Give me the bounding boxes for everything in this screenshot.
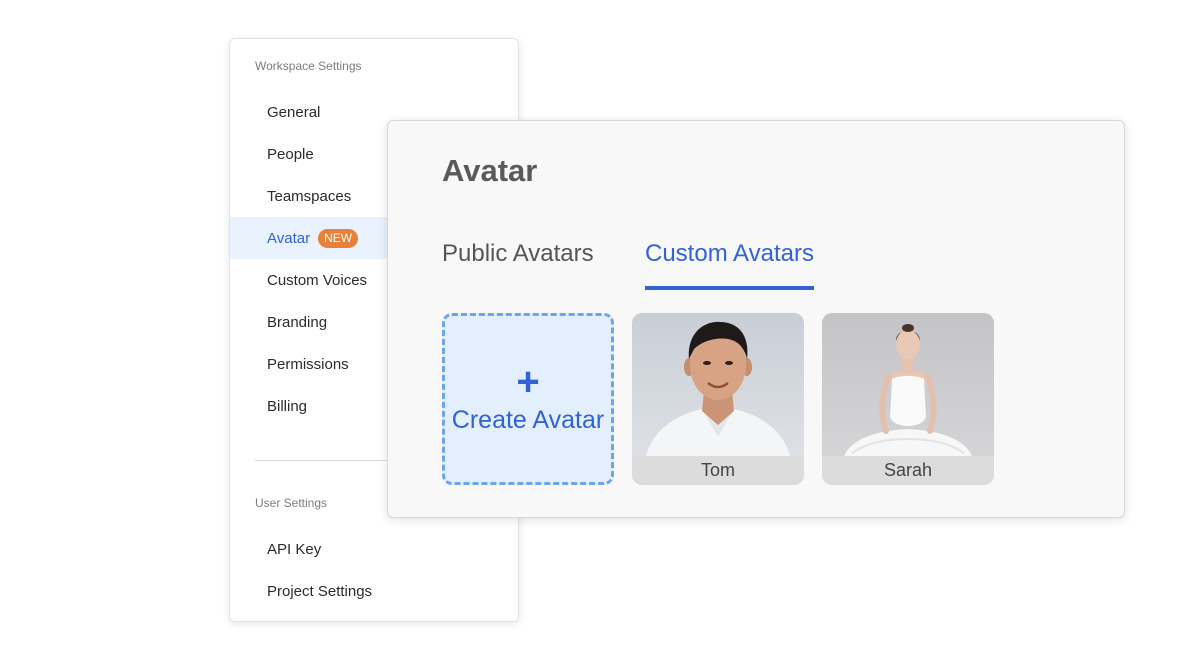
sidebar-item-label: General [267,103,321,121]
sidebar-item-label: API Key [267,540,322,558]
avatar-photo-sarah [822,313,994,456]
sidebar-item-api-key[interactable]: API Key [230,528,518,570]
avatar-card-sarah[interactable]: Sarah [822,313,994,485]
sidebar-item-label: Avatar [267,229,311,247]
avatar-panel: Avatar Public Avatars Custom Avatars + C… [387,120,1125,518]
user-settings-heading: User Settings [255,496,328,510]
avatar-photo-tom [632,313,804,456]
page-title: Avatar [442,153,538,188]
sidebar-item-label: Permissions [267,355,349,373]
plus-icon: + [516,359,540,404]
sidebar-item-project-settings[interactable]: Project Settings [230,570,518,612]
avatar-name-tom: Tom [632,456,804,485]
sidebar-item-label: Project Settings [267,582,373,600]
tab-public-avatars[interactable]: Public Avatars [442,240,594,290]
create-avatar-button[interactable]: + Create Avatar [442,313,614,485]
sidebar-item-label: Billing [267,397,308,415]
tab-custom-avatars[interactable]: Custom Avatars [645,240,814,290]
workspace-settings-heading: Workspace Settings [255,59,362,73]
sidebar-item-label: Teamspaces [267,187,352,205]
avatar-card-tom[interactable]: Tom [632,313,804,485]
avatar-name-sarah: Sarah [822,456,994,485]
new-badge: NEW [318,228,359,248]
sidebar-item-label: People [267,145,314,163]
sidebar-item-label: Custom Voices [267,271,368,289]
create-avatar-label: Create Avatar [451,405,605,434]
sidebar-item-label: Branding [267,313,328,331]
